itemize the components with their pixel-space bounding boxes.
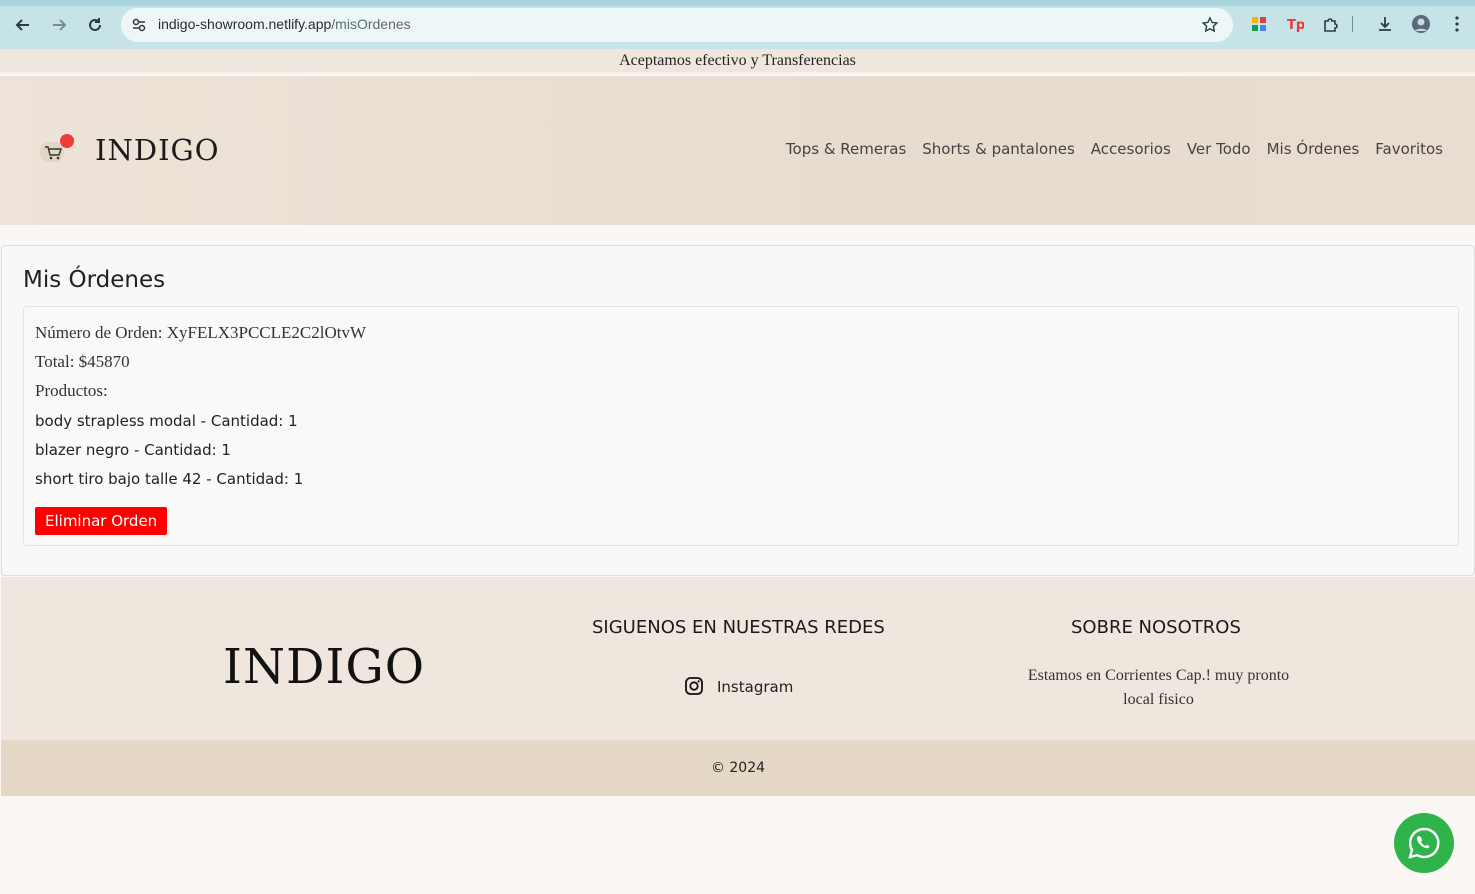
download-icon[interactable] (1375, 14, 1395, 34)
whatsapp-button[interactable] (1394, 813, 1454, 873)
extension-grid-icon[interactable] (1249, 14, 1269, 34)
nav-favoritos[interactable]: Favoritos (1375, 140, 1443, 158)
order-number: Número de Orden: XyFELX3PCCLE2C2lOtvW (35, 323, 366, 342)
forward-icon[interactable] (46, 12, 72, 38)
social-heading: SIGUENOS EN NUESTRAS REDES (592, 617, 885, 638)
announcement-bar: Aceptamos efectivo y Transferencias (0, 49, 1475, 74)
toolbar-divider (1350, 14, 1354, 34)
browser-toolbar: indigo-showroom.netlify.app/misOrdenes T… (0, 0, 1475, 49)
product-item: short tiro bajo talle 42 - Cantidad: 1 (35, 470, 304, 488)
delete-order-button[interactable]: Eliminar Orden (35, 507, 168, 535)
orders-section: Mis Órdenes Número de Orden: XyFELX3PCCL… (1, 245, 1475, 576)
bookmark-star-icon[interactable] (1201, 16, 1219, 34)
products-label: Productos: (35, 381, 108, 400)
footer-logo: INDIGO (223, 639, 426, 695)
page-title: Mis Órdenes (23, 267, 166, 293)
instagram-link[interactable]: Instagram (717, 678, 793, 696)
site-settings-icon[interactable] (131, 17, 147, 33)
instagram-icon[interactable] (684, 676, 704, 696)
profile-avatar-icon[interactable] (1411, 14, 1431, 34)
tp-extension-icon[interactable]: Tp (1285, 14, 1305, 34)
back-icon[interactable] (10, 12, 36, 38)
reload-icon[interactable] (82, 12, 108, 38)
cart-badge (60, 134, 74, 148)
address-bar[interactable]: indigo-showroom.netlify.app/misOrdenes (121, 8, 1233, 42)
site-footer: INDIGO SIGUENOS EN NUESTRAS REDES Instag… (1, 577, 1475, 740)
copyright-bar: © 2024 (1, 740, 1475, 796)
url-text: indigo-showroom.netlify.app/misOrdenes (158, 16, 411, 32)
whatsapp-icon (1408, 827, 1440, 859)
nav-mis-ordenes[interactable]: Mis Órdenes (1267, 140, 1360, 158)
extensions-puzzle-icon[interactable] (1321, 14, 1341, 34)
about-heading: SOBRE NOSOTROS (1071, 617, 1241, 638)
about-line: Estamos en Corrientes Cap.! muy pronto (1027, 667, 1290, 684)
about-line: local fisico (1123, 691, 1194, 708)
about-text: Estamos en Corrientes Cap.! muy pronto l… (1011, 664, 1306, 712)
nav-accesorios[interactable]: Accesorios (1091, 140, 1171, 158)
tab-strip (0, 0, 1475, 6)
site-logo[interactable]: INDIGO (95, 133, 219, 167)
nav-tops-remeras[interactable]: Tops & Remeras (786, 140, 906, 158)
nav-shorts-pantalones[interactable]: Shorts & pantalones (922, 140, 1075, 158)
site-header: INDIGO Tops & Remeras Shorts & pantalone… (0, 76, 1475, 225)
product-item: body strapless modal - Cantidad: 1 (35, 412, 298, 430)
main-nav: Tops & Remeras Shorts & pantalones Acces… (786, 140, 1443, 158)
order-card: Número de Orden: XyFELX3PCCLE2C2lOtvW To… (23, 306, 1459, 546)
order-total: Total: $45870 (35, 352, 130, 371)
product-item: blazer negro - Cantidad: 1 (35, 441, 231, 459)
menu-kebab-icon[interactable] (1447, 14, 1467, 34)
svg-text:Tp: Tp (1287, 18, 1304, 32)
nav-ver-todo[interactable]: Ver Todo (1187, 140, 1251, 158)
